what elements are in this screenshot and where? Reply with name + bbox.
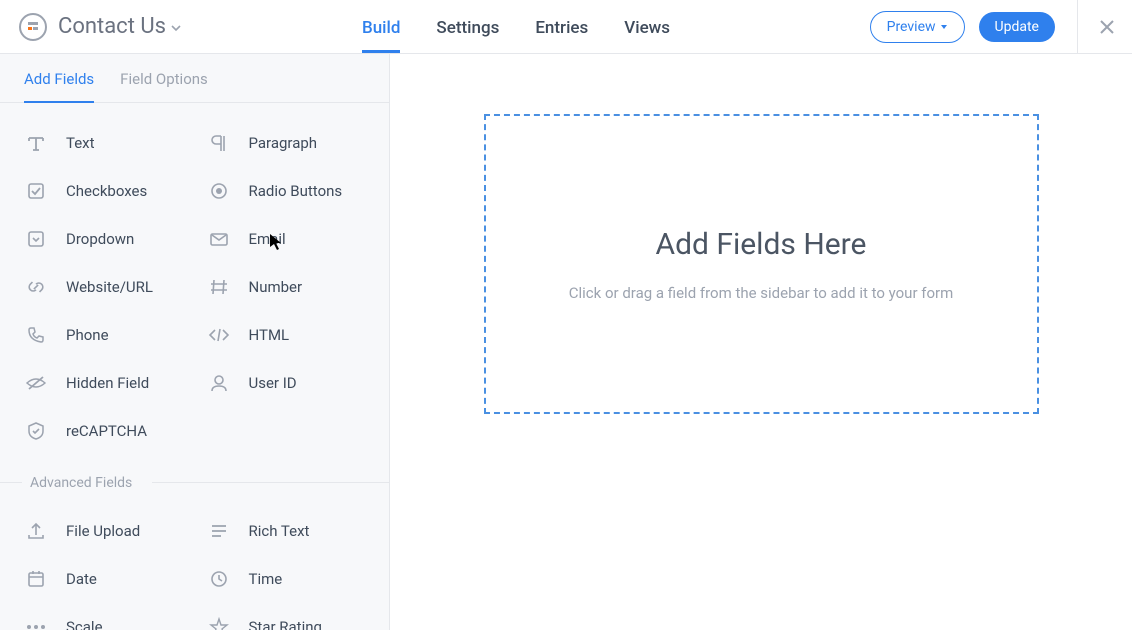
field-label: Number [249, 278, 303, 296]
main-area: Add Fields Field Options Text Paragraph … [0, 54, 1132, 630]
field-dropdown[interactable]: Dropdown [16, 215, 199, 263]
close-area [1077, 0, 1116, 54]
preview-button[interactable]: Preview [870, 11, 965, 43]
sidebar-tab-add-fields[interactable]: Add Fields [24, 70, 94, 102]
scale-icon [24, 615, 48, 630]
field-label: HTML [249, 326, 290, 344]
field-text[interactable]: Text [16, 119, 199, 167]
field-label: Date [66, 570, 97, 588]
topbar-actions: Preview Update [870, 0, 1116, 54]
dropdown-icon [24, 227, 48, 251]
field-hidden[interactable]: Hidden Field [16, 359, 199, 407]
field-label: reCAPTCHA [66, 422, 147, 440]
field-label: Hidden Field [66, 374, 149, 392]
basic-fields-grid: Text Paragraph Checkboxes Radio Buttons … [0, 103, 389, 463]
tab-entries[interactable]: Entries [535, 2, 588, 52]
field-radio-buttons[interactable]: Radio Buttons [199, 167, 382, 215]
update-button[interactable]: Update [979, 12, 1055, 42]
form-canvas: Add Fields Here Click or drag a field fr… [390, 54, 1132, 630]
preview-button-label: Preview [887, 19, 936, 35]
text-icon [24, 131, 48, 155]
tab-views[interactable]: Views [624, 2, 670, 52]
html-icon [207, 323, 231, 347]
field-html[interactable]: HTML [199, 311, 382, 359]
field-date[interactable]: Date [16, 555, 199, 603]
field-recaptcha[interactable]: reCAPTCHA [16, 407, 199, 455]
field-number[interactable]: Number [199, 263, 382, 311]
form-title-text: Contact Us [58, 14, 166, 39]
radio-icon [207, 179, 231, 203]
field-email[interactable]: Email [199, 215, 382, 263]
field-label: Phone [66, 326, 109, 344]
field-label: Radio Buttons [249, 182, 343, 200]
phone-icon [24, 323, 48, 347]
upload-icon [24, 519, 48, 543]
dropzone[interactable]: Add Fields Here Click or drag a field fr… [484, 114, 1039, 414]
field-label: Checkboxes [66, 182, 147, 200]
field-paragraph[interactable]: Paragraph [199, 119, 382, 167]
richtext-icon [207, 519, 231, 543]
hidden-icon [24, 371, 48, 395]
field-checkboxes[interactable]: Checkboxes [16, 167, 199, 215]
date-icon [24, 567, 48, 591]
close-icon[interactable] [1098, 18, 1116, 36]
field-phone[interactable]: Phone [16, 311, 199, 359]
time-icon [207, 567, 231, 591]
field-rich-text[interactable]: Rich Text [199, 507, 382, 555]
field-time[interactable]: Time [199, 555, 382, 603]
caret-down-icon [940, 23, 948, 31]
recaptcha-icon [24, 419, 48, 443]
field-label: Email [249, 230, 286, 248]
field-user-id[interactable]: User ID [199, 359, 382, 407]
advanced-fields-heading: Advanced Fields [0, 463, 389, 501]
field-scale[interactable]: Scale [16, 603, 199, 630]
sidebar-tab-field-options[interactable]: Field Options [120, 70, 208, 102]
field-website-url[interactable]: Website/URL [16, 263, 199, 311]
field-file-upload[interactable]: File Upload [16, 507, 199, 555]
field-label: Website/URL [66, 278, 153, 296]
main-nav-tabs: Build Settings Entries Views [362, 2, 670, 52]
paragraph-icon [207, 131, 231, 155]
field-label: Text [66, 134, 95, 152]
brand-logo [16, 10, 50, 44]
sidebar-tabs: Add Fields Field Options [0, 54, 389, 103]
number-icon [207, 275, 231, 299]
field-label: Time [249, 570, 283, 588]
tab-settings[interactable]: Settings [436, 2, 499, 52]
field-star-rating[interactable]: Star Rating [199, 603, 382, 630]
topbar: Contact Us Build Settings Entries Views … [0, 0, 1132, 54]
sidebar: Add Fields Field Options Text Paragraph … [0, 54, 390, 630]
field-label: Dropdown [66, 230, 134, 248]
field-label: Rich Text [249, 522, 310, 540]
tab-build[interactable]: Build [362, 2, 400, 52]
chevron-down-icon [170, 22, 182, 34]
checkbox-icon [24, 179, 48, 203]
advanced-fields-grid: File Upload Rich Text Date Time Scale St… [0, 501, 389, 630]
dropzone-title: Add Fields Here [656, 227, 867, 262]
email-icon [207, 227, 231, 251]
user-icon [207, 371, 231, 395]
form-title-dropdown[interactable]: Contact Us [58, 14, 182, 39]
field-label: User ID [249, 374, 297, 392]
url-icon [24, 275, 48, 299]
field-label: File Upload [66, 522, 140, 540]
field-label: Star Rating [249, 618, 322, 630]
field-label: Paragraph [249, 134, 318, 152]
dropzone-subtitle: Click or drag a field from the sidebar t… [569, 284, 954, 302]
star-icon [207, 615, 231, 630]
field-label: Scale [66, 618, 103, 630]
